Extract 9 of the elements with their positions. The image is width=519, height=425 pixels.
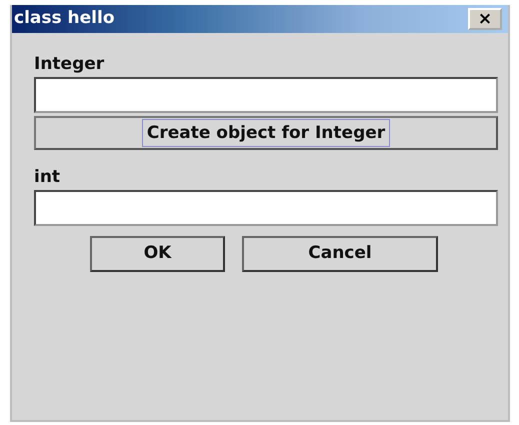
cancel-button[interactable]: Cancel	[242, 236, 438, 272]
input-field[interactable]	[34, 77, 498, 113]
close-button[interactable]: ×	[468, 8, 502, 30]
field-label: int	[34, 166, 62, 188]
field-label: Integer	[34, 53, 106, 75]
input-field[interactable]	[34, 190, 498, 226]
ok-button[interactable]: OK	[90, 236, 225, 272]
window-title: class hello	[14, 7, 114, 30]
create-object-button[interactable]: Create object for Integer	[34, 116, 498, 150]
